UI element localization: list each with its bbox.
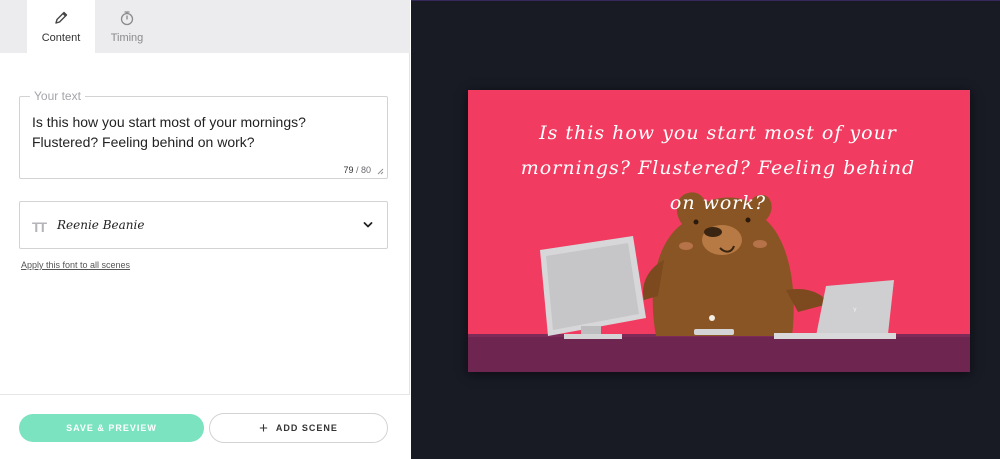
scene-preview[interactable]: ᵞ Is this how you start most of your mor… [468, 90, 970, 372]
char-count: 79 [343, 165, 354, 175]
preview-top-border [411, 0, 1000, 1]
font-dropdown[interactable]: TT Reenie Beanie [19, 201, 388, 249]
apply-font-all-link[interactable]: Apply this font to all scenes [21, 260, 130, 270]
plus-icon: + [259, 419, 269, 437]
stopwatch-icon [120, 10, 134, 25]
tab-content-label: Content [41, 31, 81, 44]
scene-text-input[interactable]: Is this how you start most of your morni… [32, 112, 377, 152]
tab-content[interactable]: Content [27, 0, 95, 53]
font-type-icon: TT [32, 219, 47, 235]
char-counter: 79 / 80 [343, 165, 371, 175]
chevron-down-icon [363, 222, 373, 228]
tab-bar: Content Timing [0, 0, 410, 53]
char-max: / 80 [355, 165, 371, 175]
editor-panel: Content Timing Your text Is this how you… [0, 0, 410, 459]
add-scene-label: ADD SCENE [275, 423, 338, 433]
scene-caption: Is this how you start most of your morni… [520, 122, 916, 214]
action-bar: SAVE & PREVIEW + ADD SCENE [0, 394, 410, 459]
save-preview-button[interactable]: SAVE & PREVIEW [19, 414, 204, 442]
resize-handle-icon[interactable] [377, 168, 384, 175]
text-field-legend: Your text [30, 90, 85, 103]
preview-panel: ᵞ Is this how you start most of your mor… [411, 0, 1000, 459]
pencil-icon [55, 11, 68, 24]
add-scene-button[interactable]: + ADD SCENE [209, 413, 388, 443]
tab-timing[interactable]: Timing [93, 0, 161, 53]
svg-text:ᵞ: ᵞ [853, 306, 857, 317]
selected-font: Reenie Beanie [57, 218, 145, 232]
tab-timing-label: Timing [110, 31, 144, 44]
text-field: Your text Is this how you start most of … [19, 90, 388, 179]
